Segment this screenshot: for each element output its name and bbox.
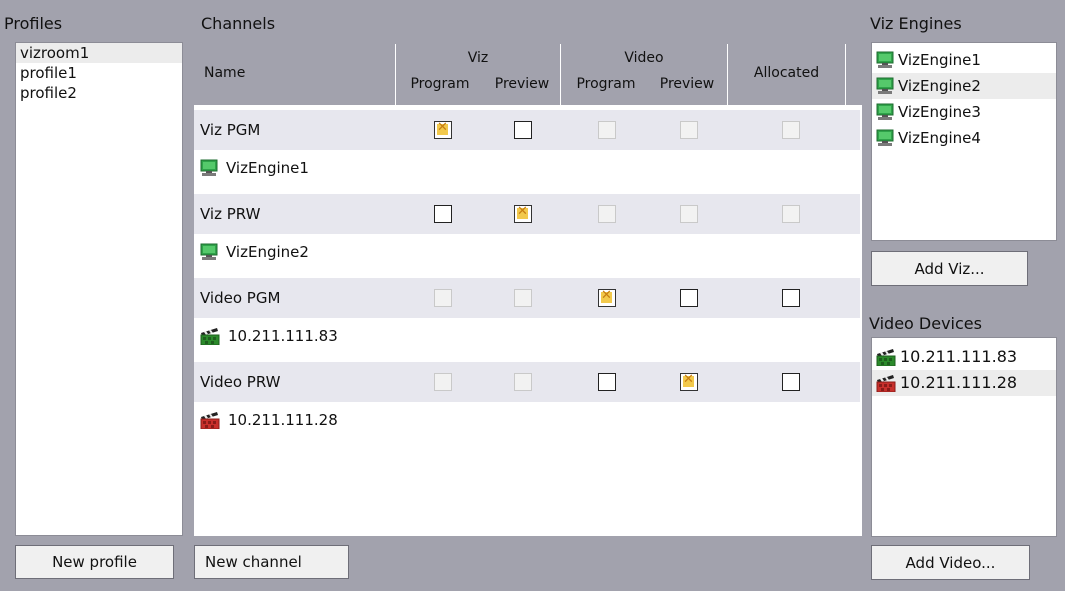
- monitor-icon: [876, 129, 894, 147]
- channel-device: VizEngine1: [200, 159, 309, 177]
- viz-engine-label: VizEngine1: [898, 51, 981, 69]
- viz-preview-checkbox[interactable]: [514, 204, 532, 223]
- header-video-preview: Preview: [659, 76, 715, 92]
- clapperboard-icon: [200, 327, 220, 346]
- monitor-icon: [876, 51, 894, 69]
- header-viz-label: Viz: [467, 50, 489, 66]
- clapperboard-icon: [876, 348, 896, 367]
- channel-name: Viz PGM: [200, 121, 261, 139]
- allocated-checkbox: [782, 121, 800, 139]
- viz-engine-item[interactable]: VizEngine1: [872, 47, 1056, 73]
- header-name[interactable]: Name: [194, 44, 396, 105]
- video-devices-title: Video Devices: [869, 314, 982, 333]
- profile-item[interactable]: vizroom1: [16, 43, 182, 63]
- header-name-label: Name: [204, 65, 246, 81]
- video-program-checkbox: [598, 205, 616, 223]
- channel-row[interactable]: Viz PRW: [194, 194, 860, 234]
- header-filler: [846, 44, 862, 105]
- video-preview-checkbox: [680, 121, 698, 139]
- viz-program-checkbox: [434, 289, 452, 307]
- channel-device-label: 10.211.111.28: [228, 411, 338, 429]
- viz-program-checkbox[interactable]: [434, 120, 452, 139]
- channel-device-label: VizEngine1: [226, 159, 309, 177]
- channel-row[interactable]: Video PGM: [194, 278, 860, 318]
- viz-engines-title: Viz Engines: [870, 14, 962, 33]
- new-channel-button[interactable]: New channel: [194, 545, 349, 579]
- channel-name: Video PRW: [200, 373, 281, 391]
- allocated-checkbox: [782, 205, 800, 223]
- header-allocated[interactable]: Allocated: [728, 44, 846, 105]
- profile-item[interactable]: profile2: [16, 83, 182, 103]
- channel-name: Viz PRW: [200, 205, 261, 223]
- channel-device: 10.211.111.28: [200, 411, 338, 430]
- video-preview-checkbox: [680, 205, 698, 223]
- channel-name: Video PGM: [200, 289, 281, 307]
- header-video[interactable]: Video Program Preview: [561, 44, 728, 105]
- header-video-label: Video: [624, 50, 664, 66]
- header-video-program: Program: [576, 76, 636, 92]
- profile-item[interactable]: profile1: [16, 63, 182, 83]
- viz-engine-item[interactable]: VizEngine3: [872, 99, 1056, 125]
- channel-row[interactable]: Video PRW: [194, 362, 860, 402]
- viz-engine-label: VizEngine4: [898, 129, 981, 147]
- video-program-checkbox[interactable]: [598, 373, 616, 391]
- header-viz[interactable]: Viz Program Preview: [396, 44, 561, 105]
- video-devices-list[interactable]: 10.211.111.83 10.211.111.28: [871, 337, 1057, 537]
- add-video-button[interactable]: Add Video...: [871, 545, 1030, 580]
- video-program-checkbox: [598, 121, 616, 139]
- allocated-checkbox[interactable]: [782, 373, 800, 391]
- viz-engine-item[interactable]: VizEngine2: [872, 73, 1056, 99]
- header-allocated-label: Allocated: [753, 65, 820, 81]
- monitor-icon: [876, 103, 894, 121]
- channels-title: Channels: [201, 14, 276, 33]
- video-preview-checkbox[interactable]: [680, 372, 698, 391]
- video-preview-checkbox[interactable]: [680, 289, 698, 307]
- monitor-icon: [200, 159, 218, 177]
- header-viz-preview: Preview: [494, 76, 550, 92]
- header-viz-program: Program: [410, 76, 470, 92]
- viz-engine-item[interactable]: VizEngine4: [872, 125, 1056, 151]
- viz-preview-checkbox: [514, 373, 532, 391]
- channels-grid: Name Viz Program Preview Video Program P…: [194, 44, 862, 536]
- channel-device-row: 10.211.111.28: [194, 402, 860, 442]
- video-device-item[interactable]: 10.211.111.83: [872, 344, 1056, 370]
- channel-device-label: 10.211.111.83: [228, 327, 338, 345]
- add-viz-button[interactable]: Add Viz...: [871, 251, 1028, 286]
- viz-engines-list[interactable]: VizEngine1 VizEngine2 VizEngine3 VizEngine4: [871, 42, 1057, 241]
- viz-engine-label: VizEngine3: [898, 103, 981, 121]
- profiles-title: Profiles: [4, 14, 63, 33]
- viz-program-checkbox: [434, 373, 452, 391]
- video-device-item[interactable]: 10.211.111.28: [872, 370, 1056, 396]
- channel-device-row: VizEngine1: [194, 150, 860, 190]
- channel-device-row: VizEngine2: [194, 234, 860, 274]
- header-divider: [194, 105, 862, 107]
- channel-device-label: VizEngine2: [226, 243, 309, 261]
- channel-device: 10.211.111.83: [200, 327, 338, 346]
- viz-preview-checkbox[interactable]: [514, 121, 532, 139]
- video-device-label: 10.211.111.28: [900, 373, 1018, 392]
- channel-row[interactable]: Viz PGM: [194, 110, 860, 150]
- new-profile-button[interactable]: New profile: [15, 545, 174, 579]
- viz-program-checkbox[interactable]: [434, 205, 452, 223]
- monitor-icon: [876, 77, 894, 95]
- profiles-list[interactable]: vizroom1 profile1 profile2: [15, 42, 183, 536]
- video-program-checkbox[interactable]: [598, 288, 616, 307]
- monitor-icon: [200, 243, 218, 261]
- channel-device: VizEngine2: [200, 243, 309, 261]
- viz-preview-checkbox: [514, 289, 532, 307]
- viz-engine-label: VizEngine2: [898, 77, 981, 95]
- video-device-label: 10.211.111.83: [900, 347, 1018, 366]
- clapperboard-icon: [200, 411, 220, 430]
- channel-device-row: 10.211.111.83: [194, 318, 860, 358]
- clapperboard-icon: [876, 374, 896, 393]
- allocated-checkbox[interactable]: [782, 289, 800, 307]
